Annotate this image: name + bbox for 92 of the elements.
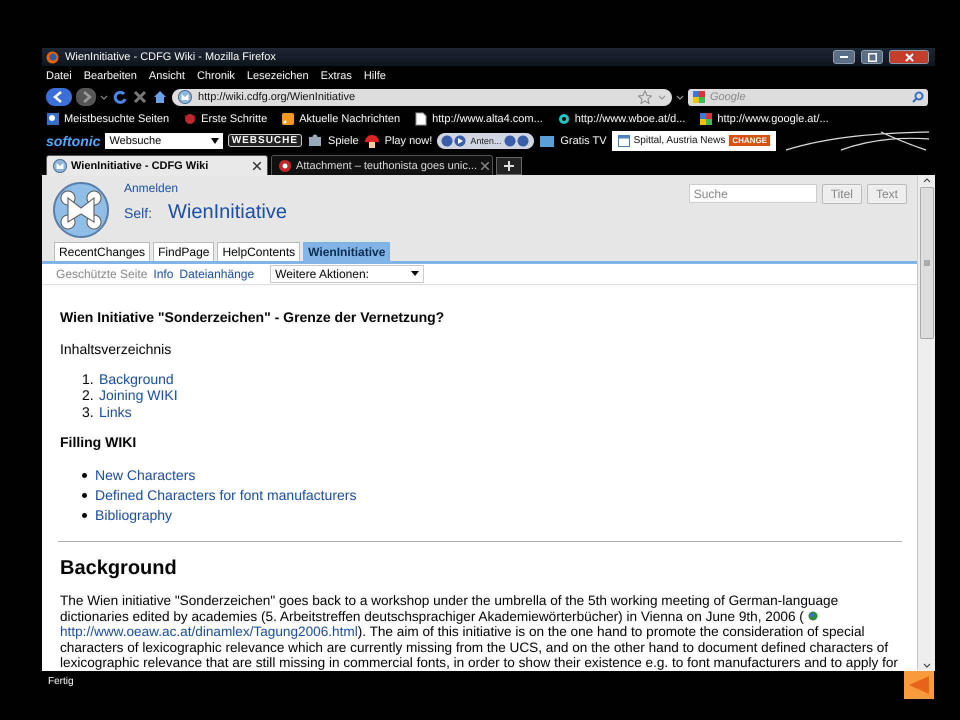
bullet-icon xyxy=(82,472,87,478)
radio-player[interactable]: Anten... xyxy=(437,132,534,148)
actions-dropdown[interactable]: Weitere Aktionen: xyxy=(270,264,424,283)
wiki-tab[interactable]: HelpContents xyxy=(217,242,300,261)
stop-icon[interactable] xyxy=(132,89,148,105)
tiles-icon xyxy=(692,90,706,104)
change-badge: CHANGE xyxy=(729,135,770,146)
menu-item[interactable]: Ansicht xyxy=(148,70,185,82)
bookmark[interactable]: Meistbesuchte Seiten xyxy=(46,112,170,126)
browser-tab[interactable]: Attachment – teuthonista goes unic... xyxy=(271,155,493,175)
wiki-link[interactable]: New Characters xyxy=(95,466,196,484)
feed-icon xyxy=(281,112,296,126)
tiles-icon xyxy=(699,112,714,126)
page-heading: Wien Initiative "Sonderzeichen" - Grenze der Vernetzung? xyxy=(60,308,446,326)
play-icon xyxy=(441,134,468,146)
play-now-link[interactable]: Play now! xyxy=(384,134,432,146)
games-menu[interactable]: Spiele xyxy=(328,134,359,146)
self-label: Self: xyxy=(124,205,152,221)
toc-label: Inhaltsverzeichnis xyxy=(60,341,172,358)
triangle-icon xyxy=(908,675,930,695)
toc-link[interactable]: Joining WIKI xyxy=(99,387,178,404)
wiki-logo xyxy=(52,181,110,239)
wiki-link[interactable]: Bibliography xyxy=(95,506,172,524)
external-link[interactable]: http://www.oeaw.ac.at/dinamlex/Tagung2006.html xyxy=(60,624,358,640)
calendar-icon xyxy=(618,134,630,146)
news-widget[interactable]: Spittal, Austria News CHANGE xyxy=(612,130,776,150)
back-icon[interactable] xyxy=(46,88,72,106)
browser-tab[interactable]: WienInitiative - CDFG Wiki xyxy=(46,155,268,175)
bullet-icon xyxy=(82,512,87,518)
websuche-button[interactable]: WEBSUCHE xyxy=(228,134,302,147)
caret-icon xyxy=(210,138,219,144)
address-bar[interactable]: http://wiki.cdfg.org/WienInitiative xyxy=(172,88,672,106)
wiki-tab[interactable]: WienInitiative xyxy=(303,242,390,261)
menu-item[interactable]: Lesezeichen xyxy=(246,70,309,82)
action-link: Geschützte Seite xyxy=(56,266,148,281)
new-tab-button[interactable] xyxy=(496,157,522,175)
minimize-button[interactable] xyxy=(833,50,855,64)
reload-icon[interactable] xyxy=(112,89,128,105)
wiki-tab[interactable]: FindPage xyxy=(153,242,214,261)
section-heading: Background xyxy=(60,560,178,578)
menu-item[interactable]: Extras xyxy=(320,70,352,82)
caret-icon xyxy=(411,271,420,276)
bookmark[interactable]: Erste Schritte xyxy=(183,112,268,126)
bug-icon xyxy=(183,112,198,126)
menu-item[interactable]: Hilfe xyxy=(364,70,386,82)
forward-icon[interactable] xyxy=(76,88,96,106)
status-text: Fertig xyxy=(48,676,74,686)
scrollbar[interactable] xyxy=(917,175,935,671)
site-icon xyxy=(53,158,67,172)
toc-number: 3. xyxy=(82,404,94,420)
section-label: Filling WIKI xyxy=(60,434,138,451)
gratis-tv-menu[interactable]: Gratis TV xyxy=(560,134,607,146)
wiki-tab[interactable]: RecentChanges xyxy=(54,242,150,261)
search-field[interactable]: Suche xyxy=(688,184,817,203)
toc-link[interactable]: Links xyxy=(99,404,132,420)
menu-item[interactable]: Bearbeiten xyxy=(84,70,137,82)
action-link[interactable]: Info xyxy=(153,266,174,281)
toc-number: 1. xyxy=(82,370,94,388)
home-icon[interactable] xyxy=(152,89,168,105)
toc-number: 2. xyxy=(82,387,94,404)
login-link[interactable]: Anmelden xyxy=(124,181,675,195)
plus-icon xyxy=(504,161,514,171)
bullet-icon xyxy=(82,492,87,498)
close-icon[interactable] xyxy=(253,162,261,170)
star-icon[interactable] xyxy=(638,90,652,104)
bookmark[interactable]: http://www.alta4.com... xyxy=(414,112,543,126)
page-icon xyxy=(414,112,428,126)
grip-icon xyxy=(924,260,930,266)
bookmark[interactable]: http://www.google.at/... xyxy=(699,112,829,126)
maximize-button[interactable] xyxy=(861,50,883,64)
search-engine-dropdown[interactable]: Websuche xyxy=(105,132,223,148)
close-button[interactable] xyxy=(889,50,929,64)
volume-icon xyxy=(504,134,530,146)
action-link[interactable]: Dateianhänge xyxy=(179,266,254,281)
window-title: WienInitiative - CDFG Wiki - Mozilla Firefox xyxy=(65,51,276,63)
close-icon[interactable] xyxy=(481,162,490,170)
close-icon xyxy=(904,52,914,62)
globe-icon xyxy=(808,610,818,621)
menu-item[interactable]: Chronik xyxy=(196,70,235,82)
page-title[interactable]: WienInitiative xyxy=(168,201,287,224)
bookmark[interactable]: Aktuelle Nachrichten xyxy=(281,112,400,126)
body-paragraph: The Wien initiative "Sonderzeichen" goes back to a workshop under the umbrella of the 5th working meeting of German-language dictionaries edited by academies (5. Arbeitstreffen deutschsprachiger Akademiewörterbücher) in Vienna on June 9th, 2006 ( http://www.oeaw.ac.at/dinamlex/Tagung2006.html). The aim of this initiative is on the one hand to promote the consideration of special characters of lexicographic relevance which are currently missing from the UCS, and on the other hand to document defined characters of lexicographic relevance that are still missing in commercial fonts, in order to show their existence e.g. to font manufacturers and to apply for xyxy=(60,593,899,671)
mushroom-icon xyxy=(364,132,380,148)
toc-link[interactable]: Background xyxy=(99,370,174,388)
menu-item[interactable]: Datei xyxy=(46,70,72,82)
minimize-icon xyxy=(840,56,848,58)
wiki-link[interactable]: Defined Characters for font manufacturers xyxy=(95,486,356,504)
bookmark[interactable]: http://www.wboe.at/d... xyxy=(556,112,686,126)
site-icon xyxy=(178,90,192,104)
softonic-logo: softonic xyxy=(46,132,100,148)
firefox-icon xyxy=(46,50,59,64)
maximize-icon xyxy=(868,52,876,62)
